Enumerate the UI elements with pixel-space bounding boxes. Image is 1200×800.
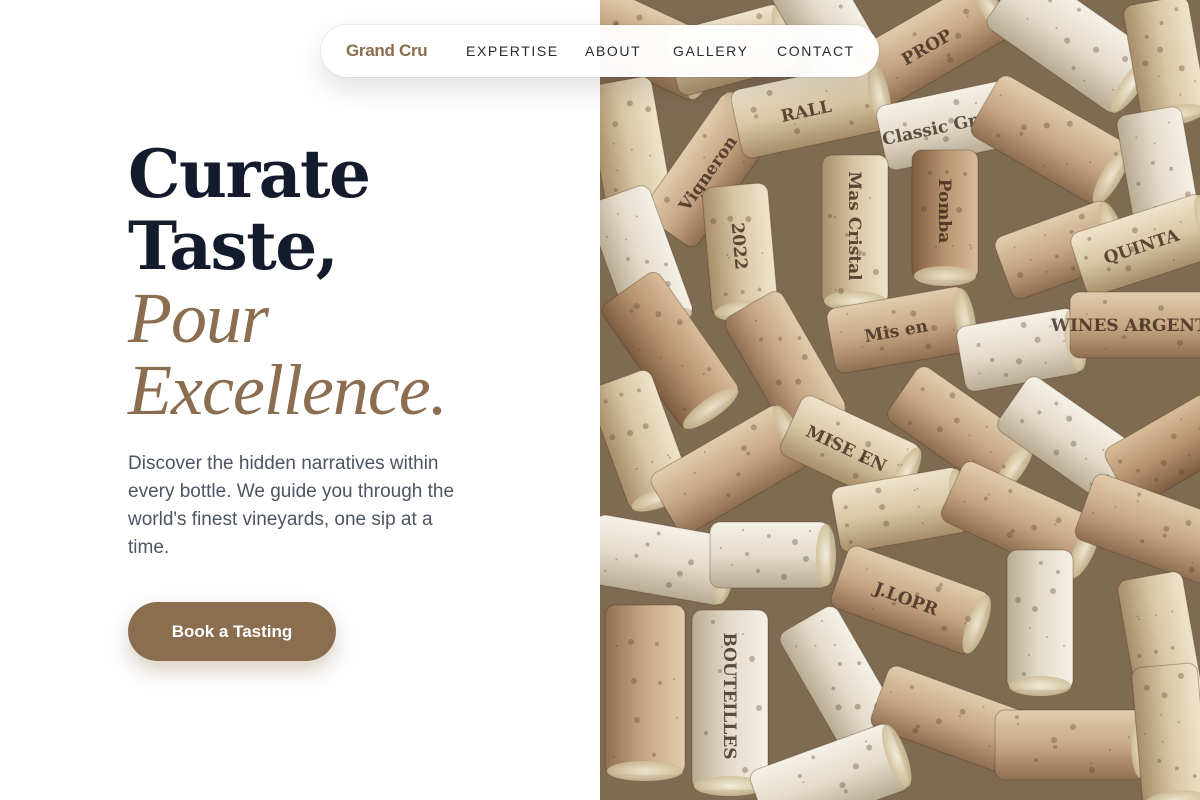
nav-item-gallery[interactable]: GALLERY: [673, 42, 749, 60]
cork-collage-image: PROPVigneronRALL Classic Green2022 Mas Cri…: [600, 0, 1200, 800]
headline-line-1: Curate: [128, 135, 371, 213]
headline-line-2: Taste,: [128, 207, 339, 285]
cork: [709, 521, 836, 589]
nav-item-about[interactable]: ABOUT: [585, 42, 641, 60]
top-navigation: Grand Cru EXPERTISE ABOUT GALLERY CONTAC…: [321, 25, 879, 77]
cork: [994, 709, 1151, 781]
cork: [604, 604, 686, 781]
hero-text-panel: Curate Taste, Pour Excellence. Discover …: [0, 0, 600, 800]
wine-corks-photo: PROP Vigneron RALL Classic Green 2022 Mas Cri…: [600, 0, 1200, 800]
hero-headline: Curate Taste, Pour Excellence.: [128, 135, 448, 430]
hero-description: Discover the hidden narratives within ev…: [128, 453, 455, 558]
book-tasting-button[interactable]: Book a Tasting: [128, 602, 336, 661]
cork: BOUTEILLES: [691, 609, 769, 796]
cork: Mas Cristal: [821, 154, 889, 311]
cork-label: WINES ARGENTIN: [1050, 316, 1200, 336]
nav-item-contact[interactable]: CONTACT: [777, 42, 855, 60]
headline-accent-line-2: Excellence.: [128, 350, 448, 430]
cork: Pomba: [911, 149, 979, 286]
cork: WINES ARGENTIN: [1050, 291, 1200, 359]
brand-logo[interactable]: Grand Cru: [346, 40, 428, 62]
nav-item-expertise[interactable]: EXPERTISE: [466, 42, 559, 60]
cork: [1006, 549, 1074, 696]
cork-label: 2022: [727, 222, 751, 271]
cork: [1131, 662, 1200, 800]
cork-label: BOUTEILLES: [719, 632, 739, 759]
hero-page: Curate Taste, Pour Excellence. Discover …: [0, 0, 1200, 800]
headline-accent-line-1: Pour: [128, 278, 269, 358]
cork-label: Pomba: [934, 179, 954, 244]
cork-label: Mas Cristal: [844, 171, 864, 281]
